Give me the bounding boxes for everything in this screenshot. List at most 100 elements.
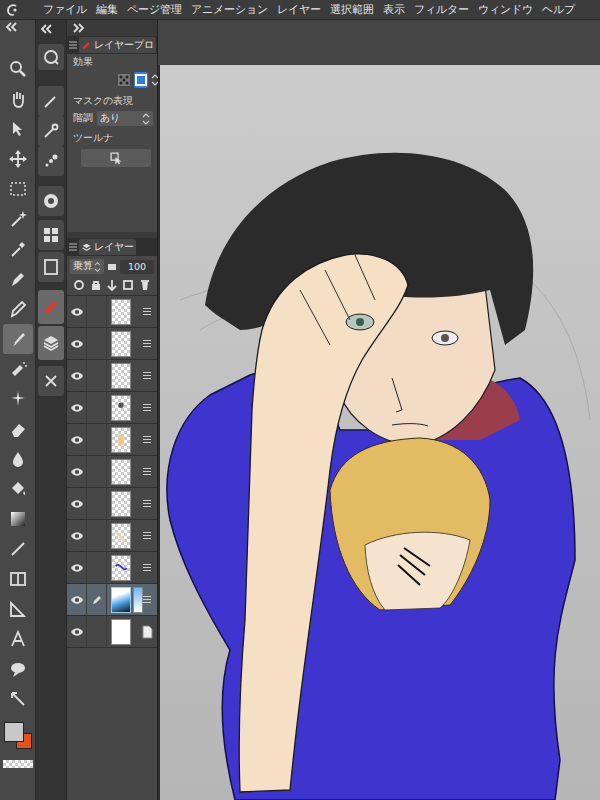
- menu-item[interactable]: アニメーション: [191, 2, 268, 17]
- panel-menu-icon[interactable]: [67, 241, 79, 253]
- panel-button[interactable]: [38, 366, 64, 396]
- visibility-cell[interactable]: [67, 520, 87, 552]
- layer-row[interactable]: [67, 616, 157, 648]
- tool-button[interactable]: [3, 444, 33, 474]
- tool-button[interactable]: [3, 294, 33, 324]
- clip-icon[interactable]: [106, 279, 118, 291]
- menu-item[interactable]: フィルター: [414, 2, 469, 17]
- visibility-cell[interactable]: [67, 584, 87, 616]
- blend-mode-dropdown[interactable]: 乗算: [70, 259, 104, 274]
- tool-navigation-button[interactable]: [81, 149, 151, 167]
- visibility-cell[interactable]: [67, 616, 87, 648]
- layer-row[interactable]: [67, 296, 157, 328]
- tool-button[interactable]: [3, 84, 33, 114]
- panel-button[interactable]: [38, 220, 64, 250]
- layer-menu-icon[interactable]: [143, 500, 151, 507]
- panel-button[interactable]: [38, 86, 64, 116]
- new-layer-icon[interactable]: [122, 279, 134, 291]
- tool-button[interactable]: [3, 474, 33, 504]
- layer-row[interactable]: [67, 488, 157, 520]
- menu-item[interactable]: ファイル: [43, 2, 87, 17]
- tool-button[interactable]: [3, 114, 33, 144]
- visibility-cell[interactable]: [67, 392, 87, 424]
- panel-button[interactable]: [38, 326, 64, 360]
- canvas[interactable]: [158, 65, 600, 800]
- layer-menu-icon[interactable]: [143, 436, 151, 443]
- panel-button[interactable]: [38, 252, 64, 282]
- tool-button[interactable]: [3, 234, 33, 264]
- collapse-icon[interactable]: [38, 22, 64, 36]
- menu-item[interactable]: 編集: [96, 2, 118, 17]
- panel-menu-icon[interactable]: [67, 39, 79, 51]
- menu-item[interactable]: レイヤー: [277, 2, 321, 17]
- tool-button[interactable]: [3, 174, 33, 204]
- tool-button[interactable]: [3, 624, 33, 654]
- move-icon: [8, 149, 28, 169]
- layer-row[interactable]: [67, 392, 157, 424]
- visibility-cell[interactable]: [67, 296, 87, 328]
- panel-button[interactable]: [38, 44, 64, 70]
- panel-button[interactable]: [38, 146, 64, 176]
- effect-button[interactable]: [117, 72, 131, 88]
- expand-icon[interactable]: [71, 22, 87, 34]
- menu-item[interactable]: 表示: [383, 2, 405, 17]
- visibility-cell[interactable]: [67, 552, 87, 584]
- layer-row[interactable]: [67, 584, 157, 616]
- panel-button[interactable]: [38, 290, 64, 324]
- effect-button[interactable]: [134, 72, 148, 88]
- menu-item[interactable]: ページ管理: [127, 2, 182, 17]
- delete-layer-icon[interactable]: [139, 279, 151, 291]
- layer-menu-icon[interactable]: [143, 372, 151, 379]
- visibility-cell[interactable]: [67, 456, 87, 488]
- layer-row[interactable]: [67, 552, 157, 584]
- layer-menu-icon[interactable]: [143, 596, 151, 603]
- tool-button[interactable]: [3, 54, 33, 84]
- tool-button[interactable]: [3, 144, 33, 174]
- reference-icon[interactable]: [73, 279, 85, 291]
- menu-item[interactable]: ヘルプ: [542, 2, 575, 17]
- selection-icon: [8, 179, 28, 199]
- tool-button[interactable]: [3, 414, 33, 444]
- menu-item[interactable]: 選択範囲: [330, 2, 374, 17]
- tool-button[interactable]: [3, 354, 33, 384]
- layer-row[interactable]: [67, 456, 157, 488]
- lock-transparent-icon[interactable]: [90, 279, 102, 291]
- opacity-field[interactable]: 100: [120, 260, 154, 274]
- wand-icon: [8, 209, 28, 229]
- layer-menu-icon[interactable]: [143, 564, 151, 571]
- panel-button[interactable]: [38, 186, 64, 216]
- gradation-label: 階調: [73, 112, 93, 125]
- tool-button[interactable]: [3, 204, 33, 234]
- panel-tab[interactable]: レイヤープロ: [79, 37, 156, 53]
- tool-button[interactable]: [3, 564, 33, 594]
- tool-button[interactable]: [3, 594, 33, 624]
- gradation-dropdown[interactable]: あり: [97, 111, 153, 126]
- layer-row[interactable]: [67, 360, 157, 392]
- tool-button[interactable]: [3, 324, 33, 354]
- visibility-cell[interactable]: [67, 488, 87, 520]
- tool-button[interactable]: [3, 264, 33, 294]
- layer-menu-icon[interactable]: [143, 404, 151, 411]
- tool-button[interactable]: [3, 384, 33, 414]
- layer-menu-icon[interactable]: [143, 308, 151, 315]
- menu-item[interactable]: ウィンドウ: [478, 2, 533, 17]
- panel-button[interactable]: [38, 116, 64, 146]
- main-color-swatch[interactable]: [4, 722, 24, 742]
- layer-row[interactable]: [67, 424, 157, 456]
- layer-row[interactable]: [67, 328, 157, 360]
- tool-button[interactable]: [3, 534, 33, 564]
- visibility-cell[interactable]: [67, 328, 87, 360]
- transparent-color-swatch[interactable]: [3, 760, 33, 768]
- layer-row[interactable]: [67, 520, 157, 552]
- tool-button[interactable]: [3, 684, 33, 714]
- layer-menu-icon[interactable]: [143, 468, 151, 475]
- layer-menu-icon[interactable]: [143, 340, 151, 347]
- edit-cell: [87, 520, 107, 552]
- panel-tab[interactable]: レイヤー: [79, 239, 136, 255]
- collapse-icon[interactable]: [3, 20, 33, 34]
- tool-button[interactable]: [3, 504, 33, 534]
- visibility-cell[interactable]: [67, 360, 87, 392]
- layer-menu-icon[interactable]: [143, 532, 151, 539]
- tool-button[interactable]: [3, 654, 33, 684]
- visibility-cell[interactable]: [67, 424, 87, 456]
